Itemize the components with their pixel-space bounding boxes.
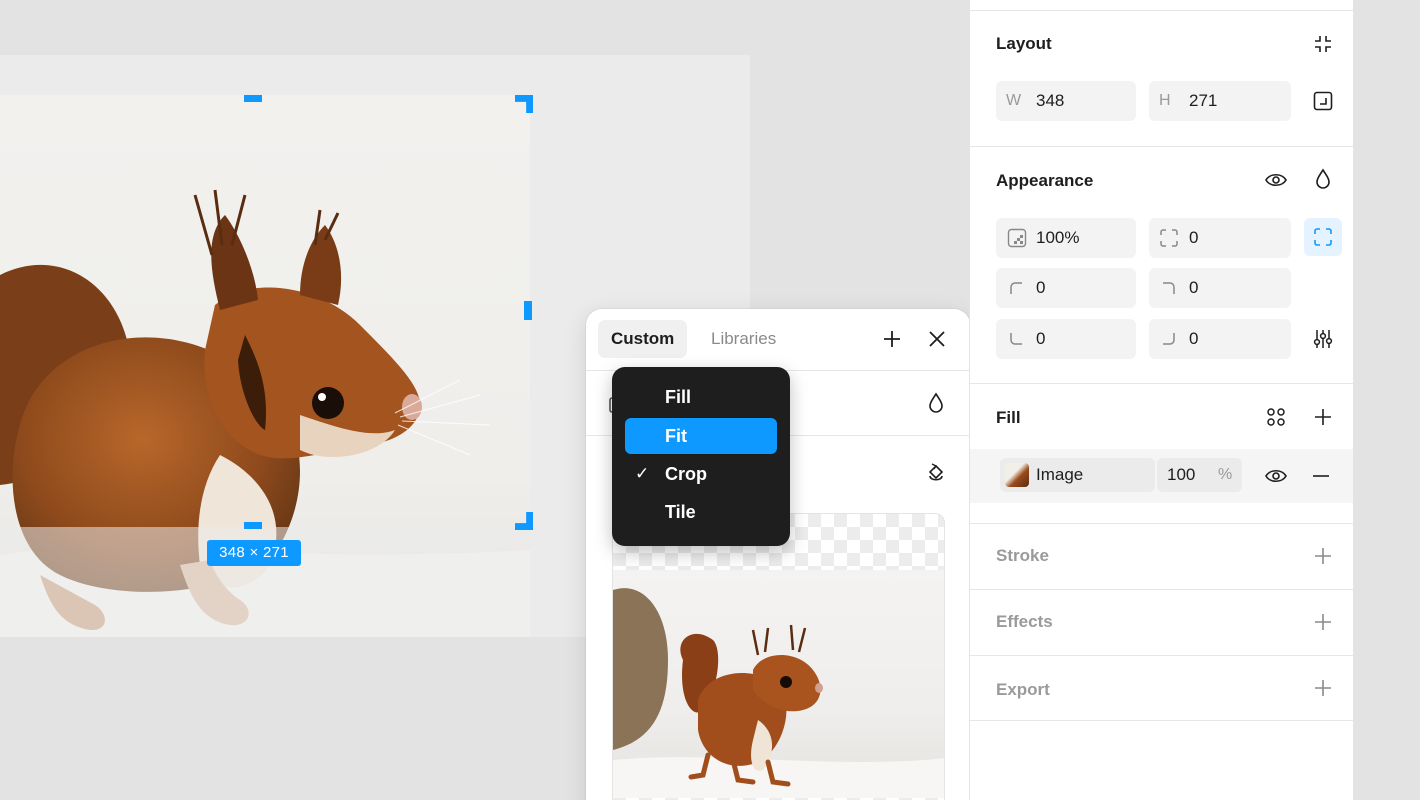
divider — [970, 589, 1354, 590]
plus-icon[interactable] — [880, 327, 904, 351]
properties-panel: Layout W 348 H 271 Appearance 100% 0 0 0… — [969, 0, 1354, 800]
opacity-grid-icon — [1005, 226, 1029, 250]
height-field[interactable]: H 271 — [1149, 81, 1291, 121]
canvas-edge — [1353, 0, 1420, 800]
export-section-title: Export — [996, 680, 1050, 699]
fill-type-label: Image — [1036, 465, 1084, 484]
radius-top-right-value: 0 — [1189, 278, 1199, 297]
tab-libraries[interactable]: Libraries — [698, 320, 789, 358]
dropdown-item-fill[interactable]: Fill — [625, 379, 777, 415]
height-label: H — [1159, 92, 1171, 109]
radius-bottom-left-field[interactable]: 0 — [996, 319, 1136, 359]
fill-opacity-field[interactable]: 100 % — [1157, 458, 1242, 492]
width-value: 348 — [1036, 91, 1065, 110]
radius-top-left-value: 0 — [1036, 278, 1046, 297]
radius-bottom-right-value: 0 — [1189, 329, 1199, 348]
radius-top-left-field[interactable]: 0 — [996, 268, 1136, 308]
checkmark-icon: ✓ — [635, 464, 650, 483]
rotate-icon[interactable] — [924, 462, 948, 486]
dropdown-item-crop[interactable]: ✓ Crop — [625, 456, 777, 492]
divider — [970, 383, 1354, 384]
blend-mode-drop-icon[interactable] — [1311, 167, 1335, 191]
image-preview[interactable] — [612, 513, 945, 800]
fill-row: Image 100 % — [970, 449, 1354, 503]
image-preview-photo — [613, 570, 944, 798]
adjustments-icon[interactable] — [1311, 327, 1335, 351]
squirrel-preview-illustration — [613, 588, 944, 798]
opacity-field[interactable]: 100% — [996, 218, 1136, 258]
close-icon[interactable] — [925, 327, 949, 351]
dropdown-item-label: Crop — [665, 464, 707, 484]
add-stroke-icon[interactable] — [1311, 544, 1335, 568]
radius-bottom-left-value: 0 — [1036, 329, 1046, 348]
divider — [970, 10, 1354, 11]
fill-section-title: Fill — [996, 408, 1021, 427]
width-field[interactable]: W 348 — [996, 81, 1136, 121]
dimension-label: 348 × 271 — [207, 540, 301, 566]
collapse-icon[interactable] — [1311, 32, 1335, 56]
popover-header: Custom Libraries — [586, 309, 970, 371]
dropdown-item-label: Fill — [665, 387, 691, 407]
dropdown-item-fit[interactable]: Fit — [625, 418, 777, 454]
eye-icon[interactable] — [1264, 464, 1288, 488]
effects-section-title: Effects — [996, 612, 1053, 631]
divider — [970, 720, 1354, 721]
add-fill-icon[interactable] — [1311, 405, 1335, 429]
fill-type-field[interactable]: Image — [1000, 458, 1155, 492]
opacity-drop-icon[interactable] — [924, 391, 948, 415]
selection-handle-right[interactable] — [524, 301, 532, 320]
dropdown-item-label: Fit — [665, 426, 687, 446]
radius-bottom-right-field[interactable]: 0 — [1149, 319, 1291, 359]
independent-corners-icon[interactable] — [1304, 218, 1342, 256]
image-thumbnail-icon — [1005, 463, 1029, 487]
scale-mode-dropdown: Fill Fit ✓ Crop Tile — [612, 367, 790, 546]
tab-custom[interactable]: Custom — [598, 320, 688, 358]
eye-icon[interactable] — [1264, 168, 1288, 192]
stroke-section-title: Stroke — [996, 546, 1049, 565]
radius-top-right-field[interactable]: 0 — [1149, 268, 1291, 308]
layout-section-title: Layout — [996, 34, 1052, 53]
add-effect-icon[interactable] — [1311, 610, 1335, 634]
selection-handle-bottom[interactable] — [244, 522, 262, 529]
selection-handle-top[interactable] — [244, 95, 262, 102]
fill-opacity-unit: % — [1218, 466, 1233, 483]
width-label: W — [1006, 92, 1022, 109]
remove-fill-icon[interactable] — [1309, 464, 1333, 488]
corner-radius-icon — [1157, 226, 1181, 250]
radius-bottom-left-icon — [1004, 327, 1028, 351]
add-export-icon[interactable] — [1311, 676, 1335, 700]
radius-top-left-icon — [1004, 276, 1028, 300]
opacity-value: 100% — [1036, 228, 1080, 247]
styles-grid-icon[interactable] — [1264, 405, 1288, 429]
dropdown-item-tile[interactable]: Tile — [625, 494, 777, 530]
dropdown-item-label: Tile — [665, 502, 696, 522]
appearance-section-title: Appearance — [996, 171, 1094, 190]
divider — [970, 655, 1354, 656]
resize-to-fit-icon[interactable] — [1311, 89, 1335, 113]
fill-opacity-value: 100 — [1167, 465, 1196, 484]
corner-radius-value: 0 — [1189, 228, 1199, 247]
radius-bottom-right-icon — [1157, 327, 1181, 351]
height-value: 271 — [1189, 91, 1218, 110]
corner-radius-field[interactable]: 0 — [1149, 218, 1291, 258]
divider — [970, 146, 1354, 147]
divider — [970, 523, 1354, 524]
radius-top-right-icon — [1157, 276, 1181, 300]
